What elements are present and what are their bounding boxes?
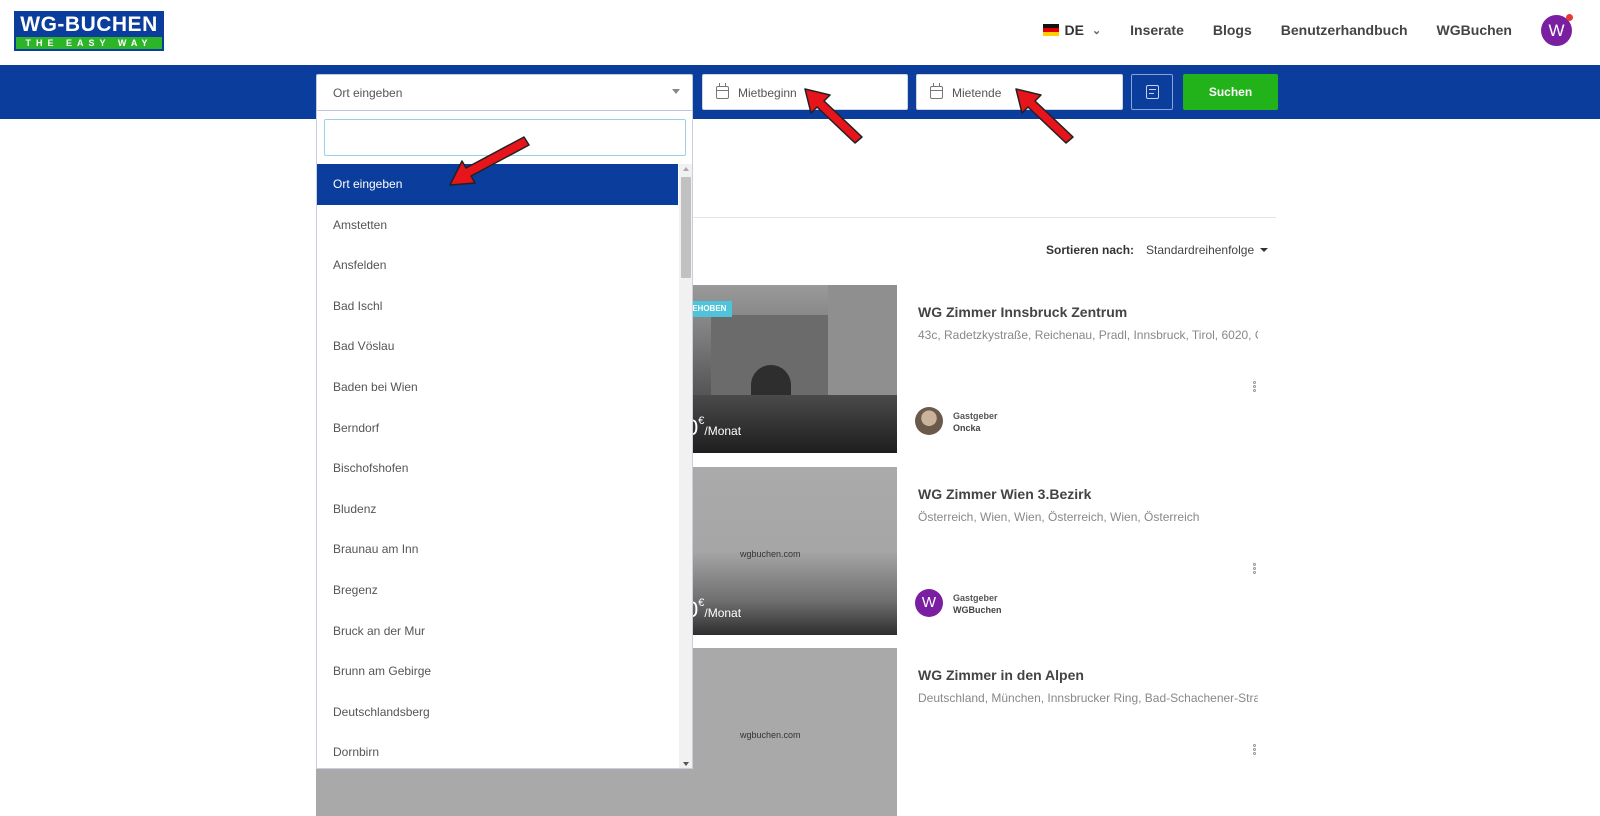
more-options-icon[interactable] [1253,563,1257,575]
annotation-arrow-icon [1015,88,1074,144]
scrollbar-thumb[interactable] [681,177,691,278]
dropdown-option[interactable]: Bregenz [317,570,678,611]
avatar-letter: W [1548,20,1565,40]
notification-dot [1566,13,1573,21]
more-options-icon[interactable] [1253,381,1257,393]
listing-price: 0€/Monat [686,597,741,623]
filter-button[interactable] [1131,74,1173,110]
dropdown-option[interactable]: Bruck an der Mur [317,611,678,652]
language-code: DE [1064,22,1084,38]
german-flag-icon [1042,24,1059,36]
user-avatar[interactable]: W [1541,13,1573,46]
dropdown-option[interactable]: Braunau am Inn [317,529,678,570]
listing-title[interactable]: WG Zimmer Innsbruck Zentrum [918,304,1127,320]
search-button[interactable]: Suchen [1183,74,1278,110]
nav-link-inserate[interactable]: Inserate [1130,22,1184,38]
place-select[interactable]: Ort eingeben [316,74,693,111]
dropdown-option[interactable]: Amstetten [317,205,678,246]
dropdown-option[interactable]: Bischofshofen [317,448,678,489]
host-label: Gastgeber [953,593,998,603]
host-name[interactable]: Oncka [953,423,981,433]
sort-select[interactable]: Standardreihenfolge [1146,243,1254,257]
annotation-arrow-icon [804,88,863,144]
photo-watermark: wgbuchen.com [740,549,801,559]
price-period: /Monat [704,606,742,620]
dropdown-option[interactable]: Ansfelden [317,245,678,286]
listing-address: Deutschland, München, Innsbrucker Ring, … [918,691,1258,705]
chevron-down-icon: ⌄ [1091,24,1102,37]
dropdown-option[interactable]: Bad Ischl [317,286,678,327]
dropdown-option[interactable]: Baden bei Wien [317,367,678,408]
dropdown-option[interactable]: Bad Vöslau [317,326,678,367]
nav-link-benutzerhandbuch[interactable]: Benutzerhandbuch [1281,22,1408,38]
listing-title[interactable]: WG Zimmer in den Alpen [918,667,1084,683]
dropdown-option[interactable]: Deutschlandsberg [317,692,678,733]
annotation-arrow-icon [449,136,530,186]
more-options-icon[interactable] [1253,744,1257,756]
calendar-icon [930,83,943,99]
caret-down-icon[interactable] [1260,248,1269,252]
nav-link-blogs[interactable]: Blogs [1213,22,1252,38]
end-date-placeholder: Mietende [952,86,1002,100]
host-label: Gastgeber [953,411,998,421]
sort-label: Sortieren nach: [1046,243,1135,257]
host-avatar[interactable]: W [915,589,943,617]
dropdown-option[interactable]: Bludenz [317,489,678,530]
scroll-down-arrow-icon[interactable] [683,762,689,766]
wg-buchen-logo[interactable]: WG-BUCHEN THE EASY WAY [14,11,164,51]
listing-price: 0€/Monat [686,415,741,441]
host-avatar[interactable] [915,407,943,435]
calendar-icon [716,83,729,99]
price-period: /Monat [704,424,742,438]
host-name[interactable]: WGBuchen [953,605,1002,615]
place-dropdown: Ort eingeben Amstetten Ansfelden Bad Ischl B… [316,111,693,769]
filter-icon [1146,85,1159,99]
dropdown-option[interactable]: Dornbirn [317,732,678,768]
top-navbar: WG-BUCHEN THE EASY WAY DE ⌄ Inserate Blo… [0,0,1600,65]
dropdown-option[interactable]: Brunn am Gebirge [317,651,678,692]
photo-watermark: wgbuchen.com [740,730,801,740]
scroll-up-arrow-icon[interactable] [683,167,689,171]
main-nav: DE ⌄ Inserate Blogs Benutzerhandbuch WGB… [1042,13,1573,46]
listing-title[interactable]: WG Zimmer Wien 3.Bezirk [918,486,1091,502]
language-selector[interactable]: DE ⌄ [1042,22,1102,38]
caret-down-icon [672,89,680,94]
logo-text: WG-BUCHEN [20,13,158,36]
nav-link-wgbuchen[interactable]: WGBuchen [1437,22,1512,38]
place-select-value: Ort eingeben [333,86,403,100]
sort-control: Sortieren nach: Standardreihenfolge [1046,243,1269,257]
logo-tagline: THE EASY WAY [16,37,162,49]
start-date-placeholder: Mietbeginn [738,86,797,100]
dropdown-scrollbar[interactable] [679,164,692,768]
dropdown-option[interactable]: Berndorf [317,408,678,449]
dropdown-options-list: Ort eingeben Amstetten Ansfelden Bad Ischl B… [317,164,678,768]
listing-address: 43c, Radetzkystraße, Reichenau, Pradl, I… [918,328,1258,342]
listing-address: Österreich, Wien, Wien, Österreich, Wien… [918,510,1200,524]
